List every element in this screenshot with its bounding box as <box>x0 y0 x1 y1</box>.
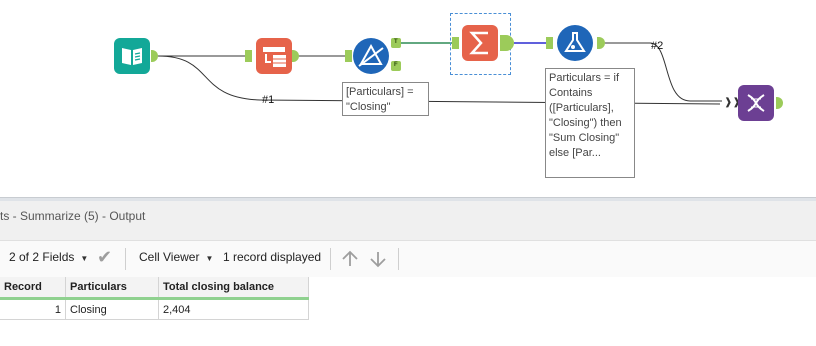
results-title: ts - Summarize (5) - Output <box>0 209 146 223</box>
select-records-tool[interactable] <box>256 38 292 74</box>
toolbar-divider <box>125 248 126 270</box>
results-grid: Record Particulars Total closing balance… <box>0 277 816 346</box>
column-header-record[interactable]: Record <box>0 277 66 300</box>
dna-icon <box>747 94 765 112</box>
toolbar-divider <box>330 248 331 270</box>
connection-label-2: #2 <box>651 40 664 52</box>
results-pane: ts - Summarize (5) - Output 2 of 2 Field… <box>0 201 816 346</box>
viewer-selector[interactable]: Cell Viewer ▼ <box>139 250 213 264</box>
input-data-tool[interactable] <box>114 38 150 74</box>
cell-particulars[interactable]: Closing <box>65 298 159 320</box>
join-multiple-tool[interactable] <box>738 85 774 121</box>
results-toolbar: 2 of 2 Fields ▼ ✔ Cell Viewer ▼ 1 record d… <box>0 240 816 278</box>
input-anchor[interactable] <box>245 50 252 62</box>
select-records-icon <box>263 47 286 67</box>
flask-icon <box>564 32 586 52</box>
column-header-particulars[interactable]: Particulars <box>65 277 159 300</box>
table-row[interactable]: 1 Closing 2,404 <box>0 298 309 320</box>
chevron-down-icon: ▼ <box>80 254 89 263</box>
data-table: Record Particulars Total closing balance… <box>0 277 309 320</box>
connection-label-1: #1 <box>262 94 275 106</box>
book-icon <box>122 48 142 65</box>
record-count: 1 record displayed <box>223 250 322 264</box>
chevron-down-icon: ▼ <box>205 254 214 263</box>
workflow-canvas[interactable]: T F [Particulars] = "Closing" Particular… <box>0 0 816 197</box>
filter-false-label: F <box>394 62 398 68</box>
fields-selector[interactable]: 2 of 2 Fields ▼ <box>9 250 88 264</box>
viewer-selector-label: Cell Viewer <box>139 250 200 264</box>
input-anchor[interactable] <box>345 50 352 62</box>
filter-true-label: T <box>394 39 398 45</box>
input-anchor[interactable] <box>452 37 459 49</box>
filter-icon <box>358 43 384 67</box>
summarize-tool[interactable] <box>462 25 498 61</box>
filter-tool[interactable] <box>353 38 389 74</box>
arrow-down-icon[interactable] <box>369 250 387 268</box>
cell-record[interactable]: 1 <box>0 298 66 320</box>
table-header-row: Record Particulars Total closing balance <box>0 277 309 300</box>
cell-total-closing-balance[interactable]: 2,404 <box>158 298 309 320</box>
filter-annotation: [Particulars] = "Closing" <box>342 82 429 116</box>
arrow-up-icon[interactable] <box>341 250 359 268</box>
column-header-total-closing-balance[interactable]: Total closing balance <box>158 277 309 300</box>
fields-selector-label: 2 of 2 Fields <box>9 250 75 264</box>
apply-checkmark-icon[interactable]: ✔ <box>97 247 112 268</box>
sigma-icon <box>469 31 488 55</box>
formula-tool[interactable] <box>557 25 593 61</box>
input-anchor[interactable] <box>546 37 553 49</box>
toolbar-divider <box>398 248 399 270</box>
formula-annotation: Particulars = if Contains ([Particulars]… <box>545 68 635 178</box>
